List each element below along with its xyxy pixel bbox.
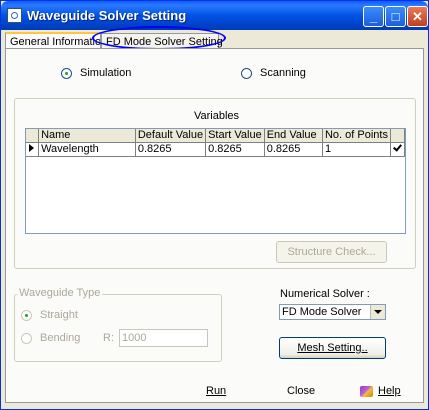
radio-unselected-icon — [21, 332, 32, 344]
highlight-ellipse — [92, 26, 226, 50]
checkmark-icon — [393, 143, 402, 152]
cell-start-value[interactable]: 0.8265 — [205, 142, 265, 157]
cell-enabled-checkbox[interactable] — [390, 142, 406, 157]
radio-selected-icon — [21, 309, 32, 321]
solver-setting-window: Waveguide Solver Setting _ □ ✕ General I… — [0, 0, 429, 410]
mesh-setting-label: Mesh Setting.. — [297, 342, 368, 354]
help-label: Help — [378, 385, 401, 397]
column-header-default-value[interactable]: Default Value — [135, 129, 207, 143]
title-bar[interactable]: Waveguide Solver Setting _ □ ✕ — [1, 1, 428, 30]
maximize-button[interactable]: □ — [385, 6, 406, 27]
column-header-no-of-points[interactable]: No. of Points — [322, 129, 391, 143]
current-row-arrow-icon — [29, 144, 34, 152]
scanning-label: Scanning — [260, 67, 306, 79]
structure-check-button[interactable]: Structure Check... — [276, 241, 387, 263]
window-title: Waveguide Solver Setting — [27, 8, 187, 23]
numerical-solver-label: Numerical Solver : — [280, 288, 370, 300]
column-header-start-value[interactable]: Start Value — [205, 129, 265, 143]
waveguide-type-title: Waveguide Type — [17, 287, 103, 299]
help-button[interactable]: Help — [360, 383, 401, 399]
minimize-icon: _ — [369, 9, 378, 24]
close-button[interactable]: Close — [287, 383, 315, 399]
tab-general-information[interactable]: General Information — [5, 32, 101, 49]
waveguide-type-group — [14, 294, 222, 362]
straight-label: Straight — [40, 309, 78, 321]
minimize-button[interactable]: _ — [363, 6, 384, 27]
table-row[interactable]: Wavelength 0.8265 0.8265 0.8265 1 — [26, 142, 406, 157]
variables-title: Variables — [194, 110, 240, 122]
bending-radio[interactable]: Bending — [21, 332, 80, 344]
help-icon — [360, 385, 373, 397]
close-window-button[interactable]: ✕ — [407, 6, 428, 27]
maximize-icon: □ — [391, 9, 400, 24]
radius-input[interactable]: 1000 — [119, 329, 208, 347]
r-label: R: — [103, 332, 114, 344]
numerical-solver-value: FD Mode Solver — [282, 306, 362, 318]
straight-radio[interactable]: Straight — [21, 309, 78, 321]
column-header-end-value[interactable]: End Value — [264, 129, 323, 143]
radio-selected-icon — [61, 67, 72, 79]
mesh-setting-button[interactable]: Mesh Setting.. — [279, 337, 386, 359]
run-button[interactable]: Run — [206, 383, 226, 399]
bending-label: Bending — [40, 332, 81, 344]
run-label: Run — [206, 385, 227, 397]
cell-no-of-points[interactable]: 1 — [322, 142, 391, 157]
column-header-name[interactable]: Name — [38, 129, 136, 143]
radio-unselected-icon — [241, 67, 252, 79]
app-icon — [7, 8, 22, 23]
row-header-corner — [26, 129, 40, 143]
chevron-down-icon[interactable] — [370, 305, 385, 319]
variables-table[interactable]: Name Default Value Start Value End Value… — [25, 128, 406, 234]
simulation-label: Simulation — [80, 67, 132, 79]
cell-default-value[interactable]: 0.8265 — [135, 142, 207, 157]
cell-name[interactable]: Wavelength — [38, 142, 136, 157]
scanning-radio[interactable]: Scanning — [241, 67, 306, 79]
table-header-row: Name Default Value Start Value End Value… — [26, 129, 406, 143]
numerical-solver-select[interactable]: FD Mode Solver — [279, 304, 386, 320]
simulation-radio[interactable]: Simulation — [61, 67, 131, 79]
cell-end-value[interactable]: 0.8265 — [264, 142, 323, 157]
close-icon: ✕ — [412, 9, 423, 24]
close-label: Close — [287, 385, 316, 397]
row-selector[interactable] — [26, 142, 40, 157]
column-header-check — [390, 129, 406, 143]
